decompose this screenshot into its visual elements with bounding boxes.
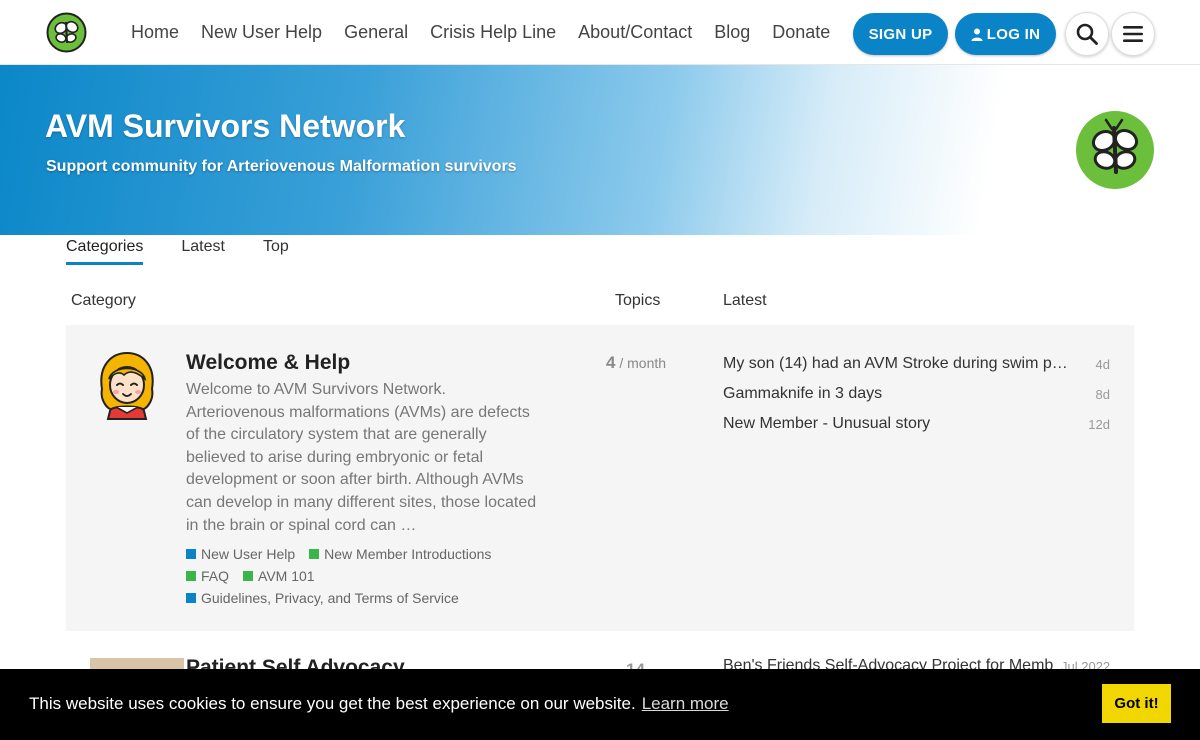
category-title[interactable]: Welcome & Help	[186, 351, 350, 375]
site-header: Home New User Help General Crisis Help L…	[0, 0, 1200, 65]
latest-topic-age: 4d	[1095, 356, 1110, 372]
latest-topic-age: 8d	[1095, 386, 1110, 402]
tab-top[interactable]: Top	[263, 238, 289, 265]
subcategory-label: FAQ	[201, 568, 230, 584]
nav-blog[interactable]: Blog	[714, 22, 750, 43]
got-it-button[interactable]: Got it!	[1102, 684, 1171, 723]
subcategory-color-swatch	[186, 593, 196, 603]
subcategory-faq[interactable]: FAQ	[186, 565, 229, 587]
menu-button[interactable]	[1111, 12, 1155, 56]
latest-topic-title[interactable]: Gammaknife in 3 days	[723, 385, 882, 403]
subcategory-color-swatch	[186, 571, 196, 581]
nav-about-contact[interactable]: About/Contact	[578, 22, 692, 43]
subcategory-label: AVM 101	[258, 568, 315, 584]
butterfly-logo-icon	[1076, 111, 1154, 189]
latest-topic-title[interactable]: New Member - Unusual story	[723, 415, 930, 433]
topics-unit: / month	[619, 355, 667, 371]
sign-up-button[interactable]: SIGN UP	[853, 13, 948, 55]
tab-categories[interactable]: Categories	[66, 238, 144, 265]
column-header-latest: Latest	[723, 292, 767, 309]
banner-title: AVM Survivors Network	[45, 108, 406, 144]
nav-crisis-help-line[interactable]: Crisis Help Line	[430, 22, 556, 43]
cookie-banner: This website uses cookies to ensure you …	[0, 669, 1200, 740]
category-description: Welcome to AVM Survivors Network. Arteri…	[186, 381, 537, 534]
subcategory-list: New User Help New Member Introductions FA…	[186, 543, 546, 609]
subcategory-guidelines[interactable]: Guidelines, Privacy, and Terms of Servic…	[186, 587, 459, 609]
latest-topics-list: My son (14) had an AVM Stroke during swi…	[723, 349, 1110, 439]
latest-topic[interactable]: My son (14) had an AVM Stroke during swi…	[723, 349, 1110, 379]
topics-number: 4	[606, 353, 616, 372]
subcategory-new-member-introductions[interactable]: New Member Introductions	[309, 543, 491, 565]
subcategory-label: New User Help	[201, 546, 296, 562]
banner-subtitle: Support community for Arteriovenous Malf…	[46, 158, 517, 175]
learn-more-link[interactable]: Learn more	[642, 694, 729, 713]
search-button[interactable]	[1065, 12, 1109, 56]
nav-donate[interactable]: Donate	[772, 22, 830, 43]
latest-topic-title[interactable]: My son (14) had an AVM Stroke during swi…	[723, 355, 1073, 373]
latest-topic-age: 12d	[1088, 416, 1110, 432]
subcategory-label: New Member Introductions	[324, 546, 492, 562]
hamburger-icon	[1123, 26, 1143, 42]
topics-count: 4 / month	[606, 353, 666, 373]
tab-latest[interactable]: Latest	[181, 238, 225, 265]
log-in-label: LOG IN	[986, 25, 1041, 43]
cookie-text: This website uses cookies to ensure you …	[29, 694, 636, 713]
subcategory-color-swatch	[243, 571, 254, 581]
subcategory-color-swatch	[309, 549, 320, 559]
column-header-category: Category	[71, 292, 136, 309]
latest-topic[interactable]: New Member - Unusual story 12d	[723, 409, 1110, 439]
nav-new-user-help[interactable]: New User Help	[201, 22, 322, 43]
log-in-button[interactable]: LOG IN	[955, 13, 1056, 55]
main-nav: Home New User Help General Crisis Help L…	[131, 0, 852, 65]
latest-topic[interactable]: Gammaknife in 3 days 8d	[723, 379, 1110, 409]
butterfly-logo-icon[interactable]	[46, 12, 87, 53]
column-header-topics: Topics	[615, 292, 661, 309]
subcategory-new-user-help[interactable]: New User Help	[186, 543, 295, 565]
category-row: Welcome & Help Welcome to AVM Survivors …	[66, 325, 1134, 631]
subcategory-avm-101[interactable]: AVM 101	[243, 565, 315, 587]
user-icon	[971, 28, 983, 41]
subcategory-label: Guidelines, Privacy, and Terms of Servic…	[201, 590, 459, 606]
subcategory-color-swatch	[186, 549, 196, 559]
cookie-message: This website uses cookies to ensure you …	[29, 694, 729, 714]
girl-avatar-icon	[100, 351, 154, 420]
nav-general[interactable]: General	[344, 22, 408, 43]
category-tabs: Categories Latest Top	[66, 238, 327, 265]
welcome-banner: AVM Survivors Network Support community …	[0, 65, 1200, 235]
search-icon	[1076, 23, 1098, 45]
nav-home[interactable]: Home	[131, 22, 179, 43]
